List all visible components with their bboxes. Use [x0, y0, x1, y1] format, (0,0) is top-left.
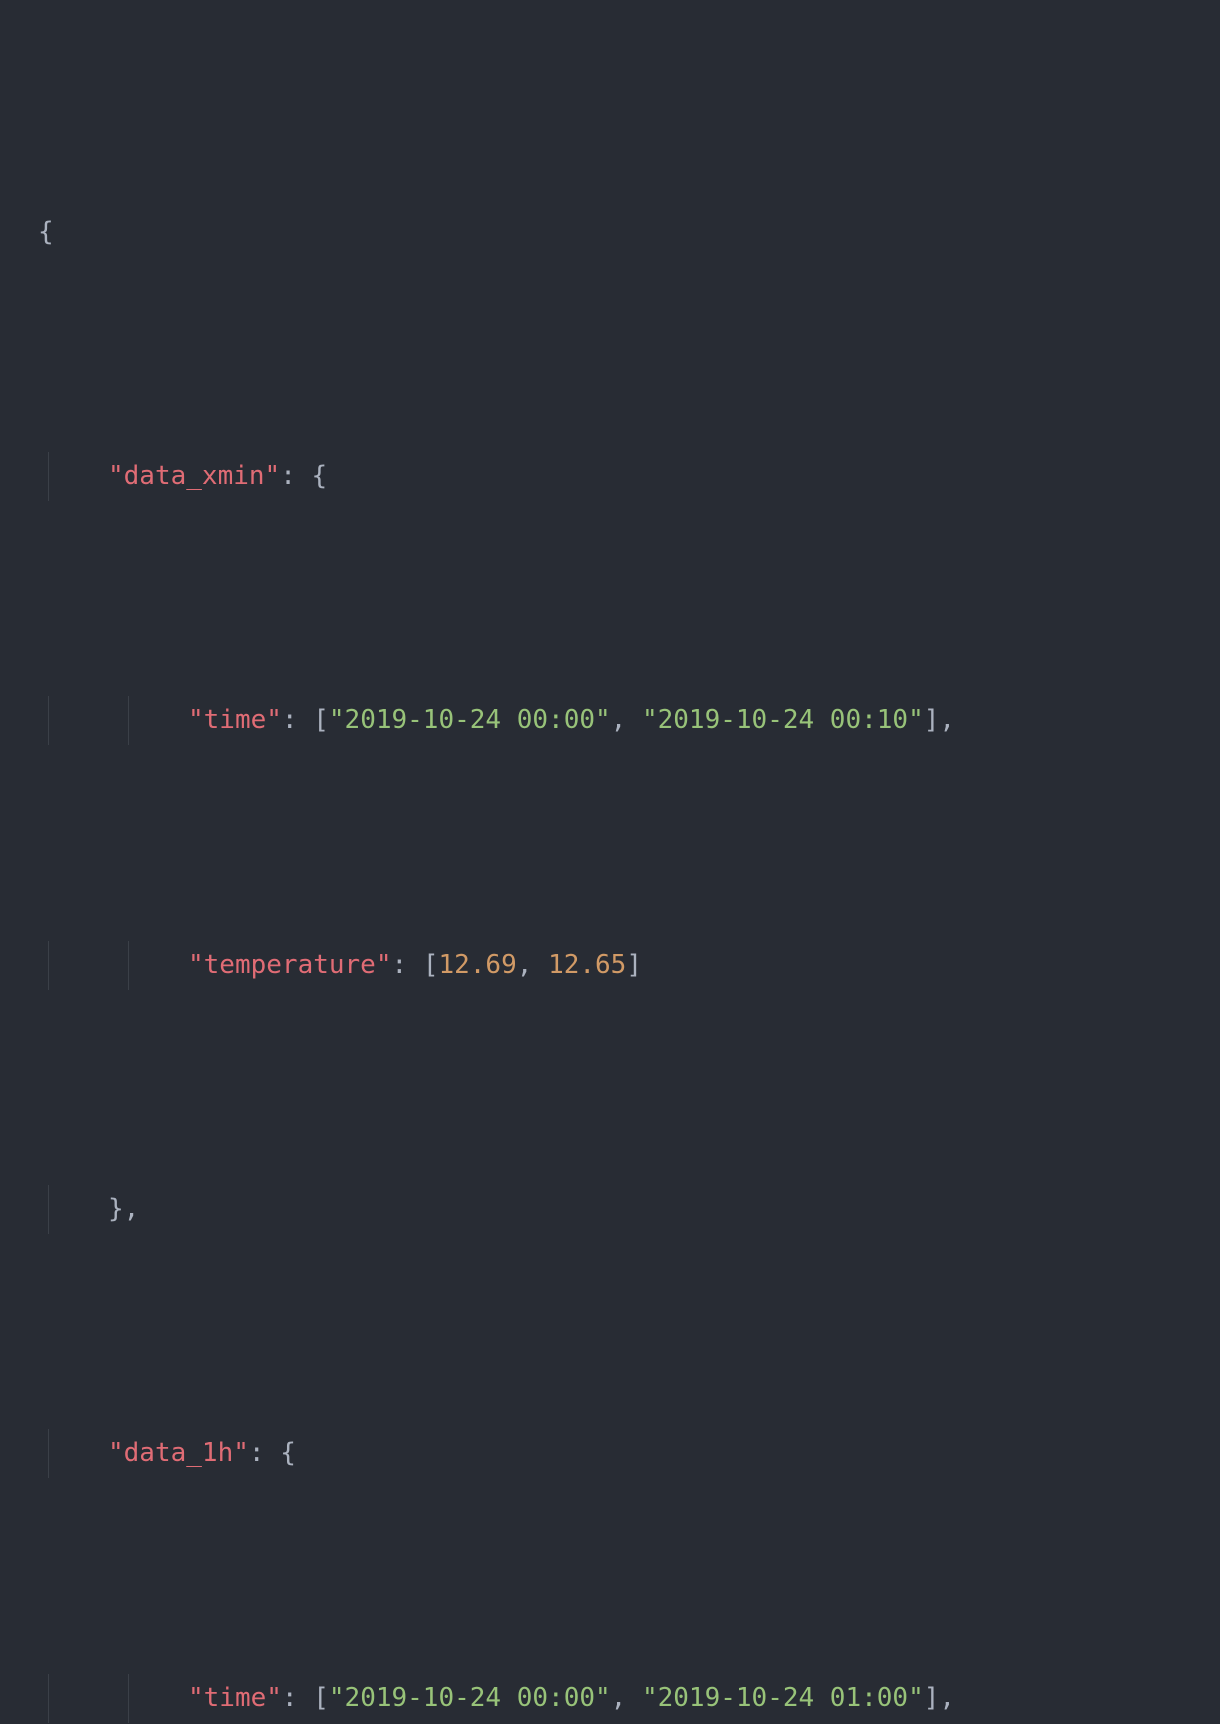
json-string: "2019-10-24 00:10" — [642, 705, 924, 735]
json-key: "data_1h" — [108, 1438, 249, 1468]
json-string: "2019-10-24 00:00" — [329, 1683, 611, 1713]
brace-open: { — [38, 217, 54, 247]
bracket-open: [ — [313, 705, 329, 735]
bracket-close: ] — [626, 950, 642, 980]
code-line: { — [10, 208, 1210, 257]
brace-close: }, — [108, 1194, 139, 1224]
brace-open: { — [312, 461, 328, 491]
json-string: "2019-10-24 00:00" — [329, 705, 611, 735]
code-line: "time": ["2019-10-24 00:00", "2019-10-24… — [10, 1674, 1210, 1723]
code-line: "temperature": [12.69, 12.65] — [10, 941, 1210, 990]
bracket-close: ], — [924, 1683, 955, 1713]
json-key: "time" — [188, 705, 282, 735]
code-line: }, — [10, 1185, 1210, 1234]
json-key: "data_xmin" — [108, 461, 280, 491]
brace-open: { — [280, 1438, 296, 1468]
json-number: 12.65 — [548, 950, 626, 980]
code-line: "time": ["2019-10-24 00:00", "2019-10-24… — [10, 696, 1210, 745]
code-line: "data_1h": { — [10, 1429, 1210, 1478]
json-string: "2019-10-24 01:00" — [642, 1683, 924, 1713]
code-editor[interactable]: { "data_xmin": { "time": ["2019-10-24 00… — [0, 0, 1220, 1724]
bracket-close: ], — [924, 705, 955, 735]
code-line: "data_xmin": { — [10, 452, 1210, 501]
bracket-open: [ — [313, 1683, 329, 1713]
json-number: 12.69 — [438, 950, 516, 980]
json-key: "time" — [188, 1683, 282, 1713]
bracket-open: [ — [423, 950, 439, 980]
json-key: "temperature" — [188, 950, 392, 980]
